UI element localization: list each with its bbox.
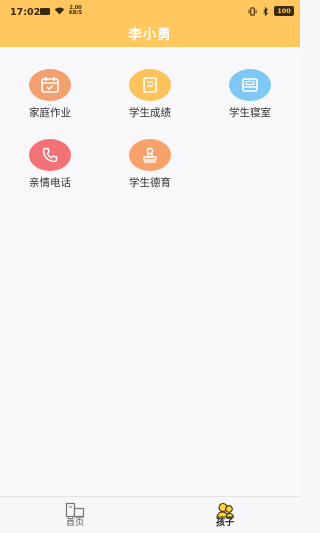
grid-item-grades[interactable]: 学生成绩 — [110, 69, 190, 129]
tab-children-label: 孩子 — [215, 518, 234, 528]
dormitory-label: 学生寝室 — [229, 107, 271, 119]
network-speed-unit: KB/S — [69, 10, 83, 16]
children-icon — [216, 502, 235, 518]
tab-home[interactable]: 首页 — [0, 497, 150, 533]
family-phone-icon-circle — [29, 139, 71, 171]
header-bar: 李小勇 — [0, 24, 300, 47]
grades-icon-circle — [129, 69, 171, 101]
grid-item-family-phone[interactable]: 亲情电话 — [10, 139, 90, 199]
bluetooth-icon — [263, 6, 269, 16]
stamp-icon — [143, 147, 157, 163]
bed-icon — [242, 78, 258, 92]
moral-education-label: 学生德育 — [129, 177, 171, 189]
network-speed: 2.00 KB/S — [69, 6, 82, 16]
main-content: 家庭作业 学生成绩 学生寝室 亲情电话 学生德育 — [0, 47, 300, 497]
status-bar: 17:02 2.00 KB/S 100 — [0, 0, 300, 24]
homework-icon-circle — [29, 69, 71, 101]
calendar-icon — [41, 77, 59, 93]
grid-item-dormitory[interactable]: 学生寝室 — [210, 69, 290, 129]
tab-home-label: 首页 — [65, 518, 84, 528]
phone-icon — [42, 147, 58, 163]
notification-icon — [40, 7, 50, 15]
dormitory-icon-circle — [229, 69, 271, 101]
grades-label: 学生成绩 — [129, 107, 171, 119]
bottom-navigation: 首页 孩子 — [0, 496, 300, 533]
battery-indicator: 100 — [274, 6, 294, 16]
moral-education-icon-circle — [129, 139, 171, 171]
family-phone-label: 亲情电话 — [29, 177, 71, 189]
vibrate-icon — [248, 6, 257, 16]
page-title: 李小勇 — [128, 27, 172, 43]
tab-children[interactable]: 孩子 — [150, 497, 300, 533]
status-right-icons: 100 — [248, 6, 294, 16]
grid-item-homework[interactable]: 家庭作业 — [10, 69, 90, 129]
grid-item-moral-education[interactable]: 学生德育 — [110, 139, 190, 199]
status-left-icons: 2.00 KB/S — [40, 6, 82, 16]
notepad-icon — [143, 77, 157, 93]
homework-label: 家庭作业 — [29, 107, 71, 119]
wifi-icon — [54, 7, 65, 15]
home-icon — [65, 502, 85, 518]
status-time: 17:02 — [10, 7, 41, 18]
